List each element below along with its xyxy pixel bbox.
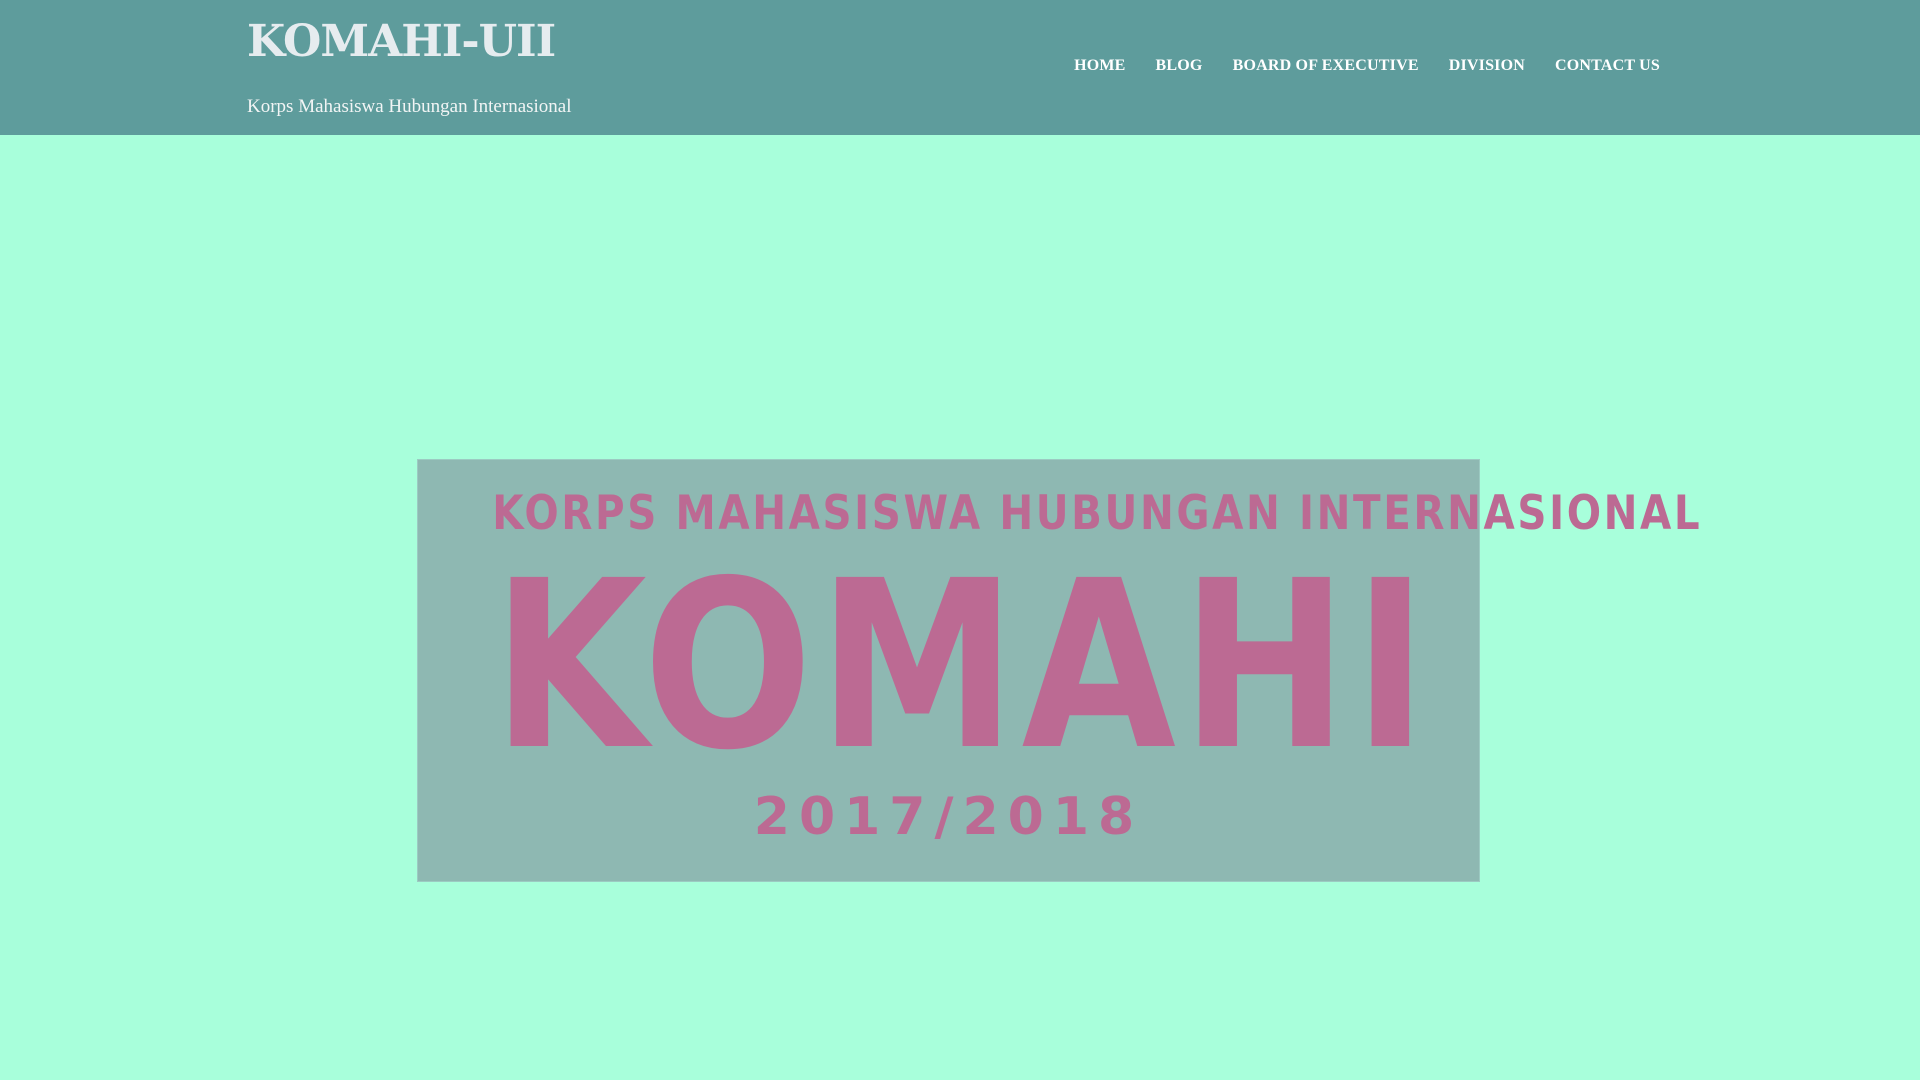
main-navigation: HOME BLOG BOARD OF EXECUTIVE DIVISION CO…: [1074, 56, 1660, 76]
site-header: KOMAHI-UII Korps Mahasiswa Hubungan Inte…: [0, 0, 1920, 135]
nav-division-link[interactable]: DIVISION: [1449, 56, 1525, 76]
banner-year-text: 2017/2018: [753, 787, 1144, 847]
hero-banner-image: KORPS MAHASISWA HUBUNGAN INTERNASIONAL K…: [418, 460, 1700, 881]
nav-board-of-executive-link[interactable]: BOARD OF EXECUTIVE: [1233, 56, 1419, 76]
nav-blog-link[interactable]: BLOG: [1156, 56, 1203, 76]
site-branding: KOMAHI-UII Korps Mahasiswa Hubungan Inte…: [247, 14, 572, 118]
nav-home-link[interactable]: HOME: [1074, 56, 1125, 76]
nav-contact-us-link[interactable]: CONTACT US: [1555, 56, 1660, 76]
site-tagline: Korps Mahasiswa Hubungan Internasional: [247, 96, 572, 117]
site-title-link[interactable]: KOMAHI-UII: [247, 14, 572, 70]
banner-logo-text: KOMAHI: [492, 531, 1433, 801]
